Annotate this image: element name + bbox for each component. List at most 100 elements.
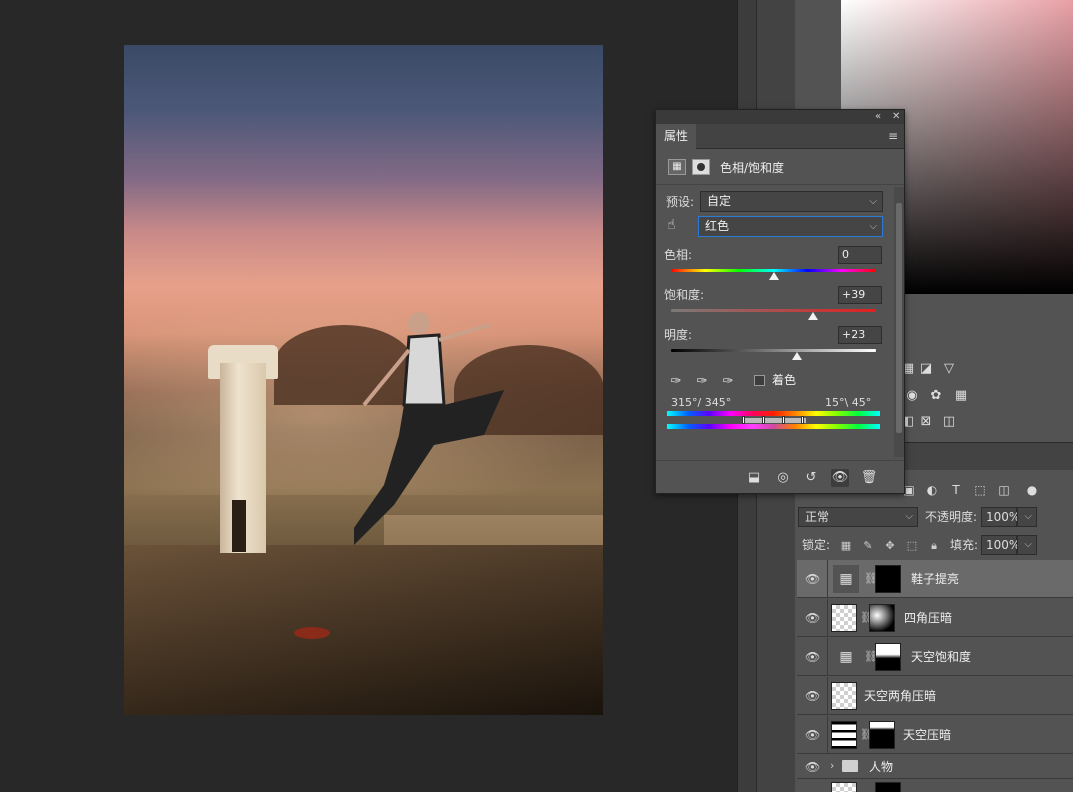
- lightness-slider-thumb[interactable]: [792, 352, 803, 360]
- layer-row[interactable]: 👁︎ ⛓︎ 四角压暗: [797, 599, 1073, 637]
- link-icon[interactable]: ⛓︎: [864, 571, 878, 587]
- eyedropper-icon[interactable]: ✑: [668, 374, 684, 390]
- lightness-input[interactable]: +23: [838, 326, 882, 344]
- gradient-map-icon[interactable]: ▽: [941, 361, 957, 377]
- fill-input[interactable]: 100%: [981, 535, 1020, 555]
- lock-artboard-icon[interactable]: ⬚: [905, 539, 919, 553]
- layer-name: 天空压暗: [903, 728, 952, 742]
- lightness-slider-track[interactable]: [671, 349, 876, 352]
- document-canvas[interactable]: [0, 0, 737, 792]
- eye-icon[interactable]: 👁︎: [805, 611, 820, 625]
- lock-brush-icon[interactable]: ✎: [861, 539, 875, 553]
- levels-icon[interactable]: ◪: [918, 361, 934, 377]
- saturation-label: 饱和度:: [664, 288, 705, 302]
- eye-icon[interactable]: 👁︎: [805, 650, 820, 664]
- layer-thumbnail: [831, 682, 857, 710]
- range-handle[interactable]: [782, 416, 785, 424]
- layer-mask-thumbnail[interactable]: [869, 604, 895, 632]
- eye-icon[interactable]: 👁︎: [805, 689, 820, 703]
- layer-mask-thumbnail[interactable]: [875, 782, 901, 792]
- trash-icon[interactable]: 🗑︎: [860, 469, 878, 487]
- hue-spectrum-top: [667, 411, 880, 416]
- hue-input[interactable]: 0: [838, 246, 882, 264]
- filter-toggle-icon[interactable]: ●: [1024, 482, 1040, 498]
- collapse-icon[interactable]: «: [875, 110, 881, 124]
- threshold-icon[interactable]: ⊠: [918, 414, 934, 430]
- lock-transparent-icon[interactable]: ▦: [839, 539, 853, 553]
- filter-shape-icon[interactable]: ⬚: [972, 482, 988, 498]
- lock-label: 锁定:: [802, 538, 831, 552]
- layer-row[interactable]: 👁︎ ⛓︎ 天空压暗: [797, 716, 1073, 754]
- layer-row[interactable]: 👁︎ ▦ ⛓︎ 天空饱和度: [797, 638, 1073, 676]
- hue-saturation-icon: ▦: [833, 565, 859, 593]
- filter-smart-object-icon[interactable]: ◫: [996, 482, 1012, 498]
- blend-mode-select[interactable]: 正常 ⌵: [798, 507, 918, 527]
- layer-name: 天空饱和度: [911, 650, 972, 664]
- clip-to-layer-icon[interactable]: ⬓: [745, 469, 763, 487]
- hue-saturation-icon[interactable]: ▦: [668, 159, 686, 175]
- hue-saturation-icon: ▦: [833, 643, 859, 671]
- opacity-input[interactable]: 100%: [981, 507, 1020, 527]
- layer-row[interactable]: 👁︎ 天空两角压暗: [797, 677, 1073, 715]
- lock-all-icon[interactable]: 🔒︎: [927, 539, 941, 553]
- preset-select[interactable]: 自定 ⌵: [700, 191, 883, 212]
- panel-footer: ⬓ ◎ ↺ 👁︎ 🗑︎: [656, 460, 904, 493]
- reset-icon[interactable]: ↺: [802, 469, 820, 487]
- range-handle[interactable]: [742, 416, 745, 424]
- tab-properties[interactable]: 属性: [656, 124, 696, 149]
- mask-icon[interactable]: [692, 159, 710, 175]
- layer-mask-thumbnail[interactable]: [869, 721, 895, 749]
- panel-titlebar[interactable]: « ✕: [656, 110, 904, 124]
- view-previous-icon[interactable]: ◎: [774, 469, 792, 487]
- visibility-eye-icon[interactable]: 👁︎: [831, 469, 849, 487]
- lock-move-icon[interactable]: ✥: [883, 539, 897, 553]
- paved-ground: [124, 545, 603, 715]
- fill-dropdown[interactable]: ⌵: [1017, 535, 1037, 555]
- eye-icon[interactable]: 👁︎: [805, 760, 820, 774]
- hue-slider-thumb[interactable]: [768, 272, 779, 280]
- blend-options-row: 正常 ⌵ 不透明度: 100% ⌵: [798, 507, 1073, 529]
- camera-icon[interactable]: ◉: [904, 388, 920, 404]
- saturation-input[interactable]: +39: [838, 286, 882, 304]
- channel-select[interactable]: 红色 ⌵: [698, 216, 883, 237]
- opacity-dropdown[interactable]: ⌵: [1017, 507, 1037, 527]
- eye-icon[interactable]: 👁︎: [805, 572, 820, 586]
- properties-panel: « ✕ 属性 ≡ ▦ 色相/饱和度 预设: 自定 ⌵ ☝︎ 红色 ⌵ 色相: 0 饱…: [655, 109, 905, 494]
- photo-image[interactable]: [124, 45, 603, 715]
- preset-label: 预设:: [666, 195, 695, 209]
- layer-name: 鞋子提亮: [911, 572, 960, 586]
- color-lookup-icon[interactable]: ▦: [953, 388, 969, 404]
- layer-mask-thumbnail[interactable]: [875, 565, 901, 593]
- chevron-down-icon: ⌵: [1024, 539, 1032, 550]
- range-left-text: 315°/ 345°: [671, 396, 732, 409]
- chevron-down-icon: ⌵: [869, 196, 877, 207]
- layer-group-row[interactable]: 👁︎ › 人物: [797, 755, 1073, 779]
- colorize-checkbox[interactable]: [754, 375, 765, 386]
- fill-label: 填充:: [950, 538, 979, 552]
- link-icon[interactable]: ⛓︎: [864, 649, 878, 665]
- layer-row[interactable]: [797, 780, 1073, 792]
- link-icon[interactable]: ⛓︎: [860, 727, 874, 743]
- layer-name: 四角压暗: [904, 611, 953, 625]
- link-icon[interactable]: ⛓︎: [860, 610, 874, 626]
- selective-color-icon[interactable]: ◫: [941, 414, 957, 430]
- range-handle[interactable]: [801, 416, 804, 424]
- filter-type-icon[interactable]: T: [948, 482, 964, 498]
- eyedropper-add-icon[interactable]: ✑: [694, 374, 710, 390]
- layer-row[interactable]: 👁︎ ▦ ⛓︎ 鞋子提亮: [797, 560, 1073, 598]
- range-bar[interactable]: [742, 418, 806, 423]
- eye-icon[interactable]: 👁︎: [805, 728, 820, 742]
- filter-adjustment-icon[interactable]: ◐: [924, 482, 940, 498]
- target-adjust-hand-icon[interactable]: ☝︎: [667, 217, 676, 233]
- panel-scrollbar[interactable]: [894, 187, 904, 457]
- saturation-slider-thumb[interactable]: [808, 312, 819, 320]
- chevron-right-icon[interactable]: ›: [830, 759, 834, 772]
- layer-mask-thumbnail[interactable]: [875, 643, 901, 671]
- eyedropper-subtract-icon[interactable]: ✑: [720, 374, 736, 390]
- close-icon[interactable]: ✕: [892, 110, 900, 124]
- panel-menu-icon[interactable]: ≡: [888, 130, 898, 142]
- range-handle[interactable]: [762, 416, 765, 424]
- dancer-figure: [354, 312, 504, 545]
- channel-mixer-icon[interactable]: ✿: [928, 388, 944, 404]
- saturation-slider-track[interactable]: [671, 309, 876, 312]
